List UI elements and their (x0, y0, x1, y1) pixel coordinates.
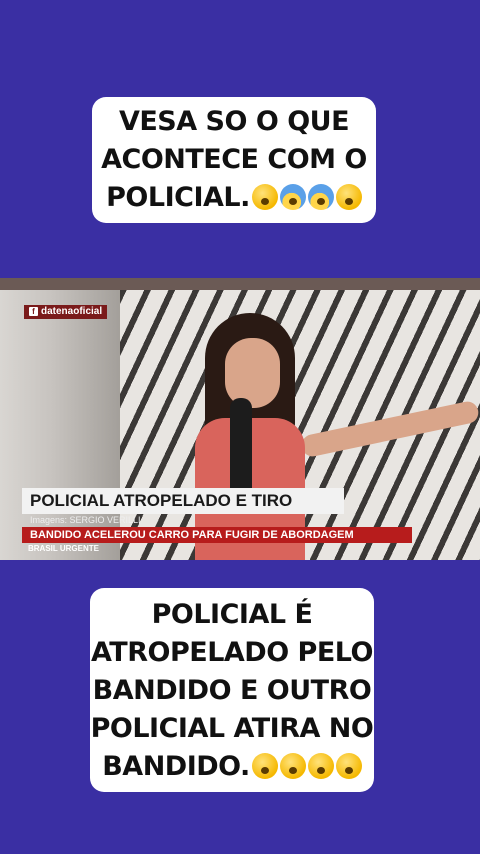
top-caption-line-3-text: POLICIAL. (106, 182, 250, 213)
reporter (170, 313, 320, 560)
bottom-caption: POLICIAL É ATROPELADO PELO BANDIDO E OUT… (90, 588, 374, 792)
news-subheadline: BANDIDO ACELEROU CARRO PARA FUGIR DE ABO… (22, 527, 412, 543)
image-credit: Imagens: SERGIO VERILLI (30, 515, 141, 525)
astonished-emoji-icon (307, 753, 334, 779)
astonished-emoji-icon (279, 753, 306, 779)
facebook-icon: f (29, 307, 38, 316)
eye-roll-emoji-icon (251, 184, 278, 210)
bottom-caption-line-5-text: BANDIDO. (102, 751, 250, 782)
screaming-emoji-icon (279, 184, 306, 210)
pensive-emoji-icon (335, 184, 362, 210)
bottom-caption-line-1: POLICIAL É (151, 599, 313, 630)
top-caption-line-3: POLICIAL. (92, 179, 376, 217)
bottom-caption-line-3: BANDIDO E OUTRO (92, 675, 372, 706)
bottom-caption-line-2: ATROPELADO PELO (91, 637, 374, 668)
brand-tag-text: datenaoficial (41, 306, 103, 317)
screaming-emoji-icon (307, 184, 334, 210)
program-label: BRASIL URGENTE (28, 544, 99, 553)
top-caption-line-1: VESA SO O QUE (118, 106, 350, 137)
reporter-face (225, 338, 280, 408)
brand-tag: f datenaoficial (24, 305, 108, 319)
bottom-caption-line-5: BANDIDO. (90, 748, 374, 786)
astonished-emoji-icon (335, 753, 362, 779)
astonished-emoji-icon (251, 753, 278, 779)
video-frame[interactable]: f datenaoficial POLICIAL ATROPELADO E TIR… (0, 278, 480, 560)
top-caption: VESA SO O QUE ACONTECE COM O POLICIAL. (92, 97, 376, 223)
news-headline: POLICIAL ATROPELADO E TIRO (22, 488, 344, 514)
top-caption-line-2: ACONTECE COM O (101, 144, 367, 175)
bottom-caption-line-4: POLICIAL ATIRA NO (90, 713, 374, 744)
